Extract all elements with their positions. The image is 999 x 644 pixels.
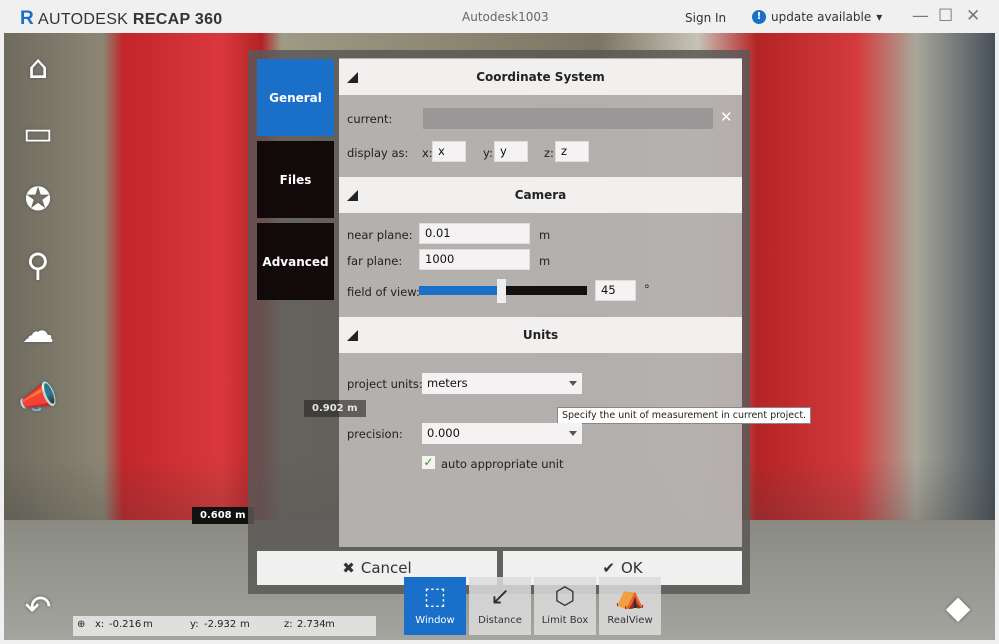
far-plane-input[interactable]: 1000 (419, 249, 530, 270)
limit-box-tool-button[interactable]: ⬡ Limit Box (534, 577, 596, 635)
distance-tool-button[interactable]: ↙ Distance (469, 577, 531, 635)
layers-icon[interactable]: ◆ (938, 588, 978, 626)
y-axis-input[interactable]: y (494, 141, 528, 162)
z-label: z: (544, 146, 554, 160)
precision-label: precision: (347, 427, 403, 441)
z-axis-input[interactable]: z (555, 141, 589, 162)
compass-icon[interactable]: ✪ (18, 180, 58, 218)
section-units[interactable]: Units (339, 317, 742, 353)
z-value: 2.734 (297, 619, 326, 630)
search-icon[interactable]: ⚲ (18, 246, 58, 284)
alert-icon: ! (752, 10, 766, 24)
y-label: y: (190, 619, 199, 630)
x-value: -0.216 (109, 619, 142, 630)
near-unit: m (539, 228, 551, 242)
near-plane-input[interactable]: 0.01 (419, 223, 530, 244)
current-label: current: (347, 112, 393, 126)
collapse-icon (347, 72, 358, 83)
collapse-icon (347, 190, 358, 201)
measurement-label: 0.902 m (304, 400, 366, 417)
display-icon[interactable]: ▭ (18, 114, 58, 152)
fov-slider[interactable] (419, 279, 587, 303)
tooltip: Specify the unit of measurement in curre… (557, 407, 812, 424)
crosshair-icon: ⊕ (77, 619, 86, 630)
x-label: x: (95, 619, 105, 630)
check-icon: ✔ (602, 559, 615, 577)
minimize-button[interactable]: — (912, 6, 929, 26)
left-toolbar: ⌂ ▭ ✪ ⚲ ☁ 📣 (18, 48, 58, 416)
auto-unit-label: auto appropriate unit (441, 457, 564, 471)
y-label: y: (483, 146, 493, 160)
update-available-dropdown[interactable]: ! update available ▾ (752, 10, 882, 24)
x-axis-input[interactable]: x (432, 141, 466, 162)
section-camera[interactable]: Camera (339, 177, 742, 213)
measurement-label: 0.608 m (192, 507, 254, 524)
window-select-icon: ⬚ (423, 582, 447, 610)
window-title: Autodesk1003 (462, 10, 549, 24)
coordinate-readout: ⊕ x: -0.216 m y: -2.932 m z: 2.734 m (73, 616, 376, 636)
y-value: -2.932 (204, 619, 237, 630)
chevron-down-icon (569, 381, 577, 386)
y-unit: m (240, 619, 250, 630)
cloud-icon[interactable]: ☁ (18, 312, 58, 350)
tab-files[interactable]: Files (257, 141, 334, 218)
near-plane-label: near plane: (347, 228, 413, 242)
annotate-icon[interactable]: 📣 (18, 378, 58, 416)
window-tool-button[interactable]: ⬚ Window (404, 577, 466, 635)
z-label: z: (284, 619, 293, 630)
current-coordinate-field[interactable] (423, 108, 713, 129)
fov-unit: ° (644, 282, 650, 296)
x-unit: m (143, 619, 153, 630)
realview-icon: ⛺ (615, 582, 645, 610)
fov-label: field of view: (347, 285, 420, 299)
section-coordinate-system[interactable]: Coordinate System (339, 59, 742, 95)
home-icon[interactable]: ⌂ (18, 48, 58, 86)
realview-tool-button[interactable]: ⛺ RealView (599, 577, 661, 635)
undo-icon[interactable]: ↶ (18, 588, 58, 626)
far-unit: m (539, 254, 551, 268)
fov-slider-fill (419, 286, 502, 295)
z-unit: m (325, 619, 335, 630)
fov-input[interactable]: 45 (595, 280, 636, 301)
display-as-label: display as: (347, 146, 409, 160)
distance-icon: ↙ (489, 582, 511, 610)
title-bar: R AUTODESK RECAP 360 Autodesk1003 Sign In… (0, 0, 999, 33)
settings-panel (339, 58, 742, 547)
tab-advanced[interactable]: Advanced (257, 223, 334, 300)
app-logo: R AUTODESK RECAP 360 (20, 8, 223, 29)
precision-select[interactable]: 0.000 (422, 423, 582, 444)
chevron-down-icon (569, 431, 577, 436)
close-button[interactable]: ✕ (966, 6, 980, 26)
fov-slider-handle[interactable] (497, 279, 507, 303)
clear-icon[interactable]: ✕ (720, 108, 733, 126)
collapse-icon (347, 330, 358, 341)
limit-box-icon: ⬡ (554, 582, 576, 610)
far-plane-label: far plane: (347, 254, 403, 268)
maximize-button[interactable]: ☐ (938, 6, 953, 26)
project-units-label: project units: (347, 377, 423, 391)
sign-in-link[interactable]: Sign In (685, 11, 726, 25)
close-icon: ✖ (342, 559, 355, 577)
tab-general[interactable]: General (257, 59, 334, 136)
auto-unit-checkbox[interactable]: ✓ (422, 456, 435, 469)
project-units-select[interactable]: meters (422, 373, 582, 394)
chevron-down-icon: ▾ (876, 10, 883, 24)
